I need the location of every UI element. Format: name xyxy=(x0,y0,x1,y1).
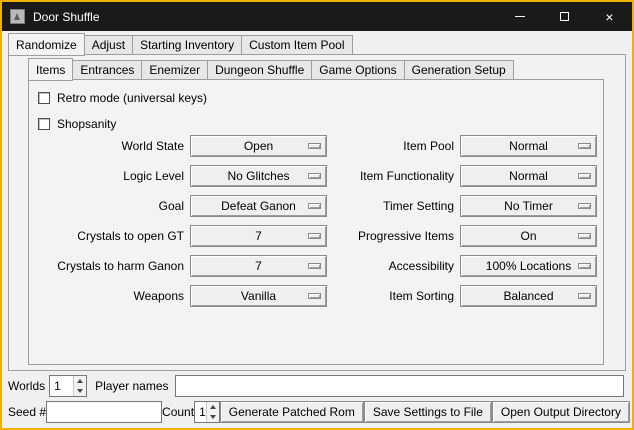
dropdown-indicator-icon xyxy=(578,293,591,299)
tab-entrances[interactable]: Entrances xyxy=(73,60,141,80)
tab-dungeon-shuffle[interactable]: Dungeon Shuffle xyxy=(207,60,311,80)
timer-setting-dropdown[interactable]: No Timer xyxy=(460,195,597,217)
dropdown-indicator-icon xyxy=(578,203,591,209)
worlds-label: Worlds xyxy=(8,375,45,397)
item-sorting-dropdown[interactable]: Balanced xyxy=(460,285,597,307)
item-pool-dropdown[interactable]: Normal xyxy=(460,135,597,157)
seed-row: Seed # Count 1 Generate Patched Rom Save… xyxy=(8,401,624,423)
item-sorting-label: Item Sorting xyxy=(327,285,460,307)
goal-dropdown[interactable]: Defeat Ganon xyxy=(190,195,327,217)
secondary-tab-bar: Items Entrances Enemizer Dungeon Shuffle… xyxy=(28,58,514,80)
dropdown-indicator-icon xyxy=(308,203,321,209)
worlds-spinbox[interactable]: 1 xyxy=(49,375,87,397)
save-settings-button[interactable]: Save Settings to File xyxy=(364,401,492,423)
window-controls: × xyxy=(497,2,632,31)
tab-generation-setup[interactable]: Generation Setup xyxy=(404,60,514,80)
close-button[interactable]: × xyxy=(587,2,632,31)
dropdown-indicator-icon xyxy=(308,263,321,269)
maximize-button[interactable] xyxy=(542,2,587,31)
checkbox-icon xyxy=(38,92,50,104)
shopsanity-checkbox[interactable]: Shopsanity xyxy=(38,113,116,135)
dropdown-indicator-icon xyxy=(308,233,321,239)
tab-randomize[interactable]: Randomize xyxy=(8,33,85,56)
player-names-label: Player names xyxy=(95,375,168,397)
worlds-row: Worlds 1 Player names xyxy=(8,375,624,397)
arrow-up-icon xyxy=(210,405,216,409)
crystals-ganon-label: Crystals to harm Ganon xyxy=(32,255,190,277)
titlebar: Door Shuffle × xyxy=(2,2,632,31)
tab-adjust[interactable]: Adjust xyxy=(85,35,132,55)
minimize-button[interactable] xyxy=(497,2,542,31)
dropdown-indicator-icon xyxy=(578,173,591,179)
open-output-directory-button[interactable]: Open Output Directory xyxy=(492,401,630,423)
crystals-gt-dropdown[interactable]: 7 xyxy=(190,225,327,247)
dropdown-indicator-icon xyxy=(578,233,591,239)
tab-custom-item-pool[interactable]: Custom Item Pool xyxy=(241,35,352,55)
retro-mode-checkbox[interactable]: Retro mode (universal keys) xyxy=(38,87,207,109)
accessibility-dropdown[interactable]: 100% Locations xyxy=(460,255,597,277)
arrow-up-icon xyxy=(77,379,83,383)
item-functionality-dropdown[interactable]: Normal xyxy=(460,165,597,187)
window-content: Randomize Adjust Starting Inventory Cust… xyxy=(2,31,632,428)
logic-level-label: Logic Level xyxy=(32,165,190,187)
count-spin-up[interactable] xyxy=(207,402,219,412)
progressive-items-dropdown[interactable]: On xyxy=(460,225,597,247)
tab-enemizer[interactable]: Enemizer xyxy=(141,60,207,80)
seed-input[interactable] xyxy=(46,401,162,423)
dropdown-indicator-icon xyxy=(578,263,591,269)
tab-starting-inventory[interactable]: Starting Inventory xyxy=(132,35,241,55)
count-spinbox[interactable]: 1 xyxy=(194,401,220,423)
options-grid: World State Open Item Pool Normal Logic … xyxy=(32,135,597,307)
tab-items[interactable]: Items xyxy=(28,58,73,81)
window-title: Door Shuffle xyxy=(33,10,100,24)
worlds-spin-up[interactable] xyxy=(74,376,86,386)
count-spin-arrows xyxy=(206,402,219,422)
worlds-spin-down[interactable] xyxy=(74,386,86,396)
tab-game-options[interactable]: Game Options xyxy=(311,60,403,80)
shopsanity-label: Shopsanity xyxy=(57,113,116,135)
close-icon: × xyxy=(605,10,613,24)
crystals-ganon-dropdown[interactable]: 7 xyxy=(190,255,327,277)
app-icon xyxy=(10,9,25,24)
count-label: Count xyxy=(162,401,194,423)
dropdown-indicator-icon xyxy=(578,143,591,149)
arrow-down-icon xyxy=(77,389,83,393)
primary-tab-bar: Randomize Adjust Starting Inventory Cust… xyxy=(8,33,353,55)
world-state-dropdown[interactable]: Open xyxy=(190,135,327,157)
weapons-label: Weapons xyxy=(32,285,190,307)
generate-patched-rom-button[interactable]: Generate Patched Rom xyxy=(220,401,364,423)
logic-level-dropdown[interactable]: No Glitches xyxy=(190,165,327,187)
dropdown-indicator-icon xyxy=(308,293,321,299)
app-window: Door Shuffle × Randomize Adjust Starting… xyxy=(0,0,634,430)
crystals-gt-label: Crystals to open GT xyxy=(32,225,190,247)
player-names-input[interactable] xyxy=(175,375,625,397)
goal-label: Goal xyxy=(32,195,190,217)
worlds-spin-arrows xyxy=(73,376,86,396)
item-pool-label: Item Pool xyxy=(327,135,460,157)
maximize-icon xyxy=(560,12,569,21)
arrow-down-icon xyxy=(210,415,216,419)
progressive-items-label: Progressive Items xyxy=(327,225,460,247)
minimize-icon xyxy=(515,16,525,17)
dropdown-indicator-icon xyxy=(308,173,321,179)
checkbox-icon xyxy=(38,118,50,130)
count-spin-down[interactable] xyxy=(207,412,219,422)
accessibility-label: Accessibility xyxy=(327,255,460,277)
retro-mode-label: Retro mode (universal keys) xyxy=(57,87,207,109)
seed-label: Seed # xyxy=(8,401,46,423)
item-functionality-label: Item Functionality xyxy=(327,165,460,187)
world-state-label: World State xyxy=(32,135,190,157)
weapons-dropdown[interactable]: Vanilla xyxy=(190,285,327,307)
timer-setting-label: Timer Setting xyxy=(327,195,460,217)
dropdown-indicator-icon xyxy=(308,143,321,149)
